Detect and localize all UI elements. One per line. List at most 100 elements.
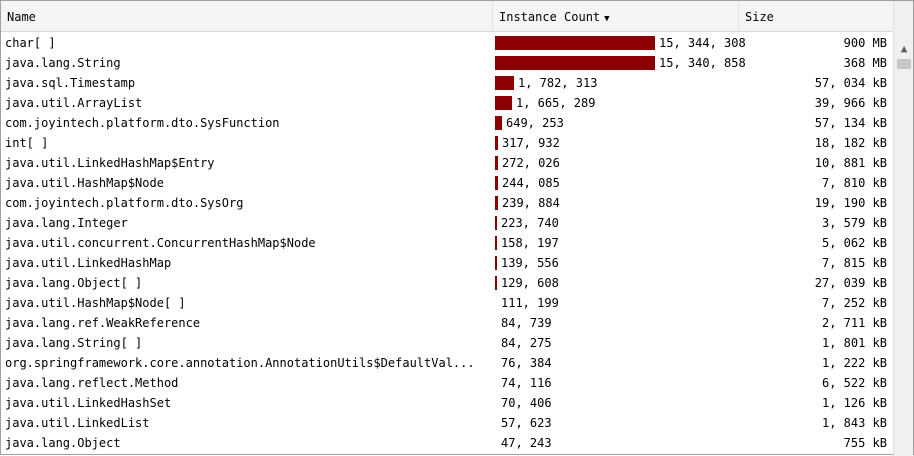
table-row[interactable]: char[ ] 15, 344, 308 900 MB [1, 33, 893, 53]
table-row[interactable]: java.sql.Timestamp 1, 782, 313 57, 034 kB [1, 73, 893, 93]
instance-count-value: 129, 608 [501, 276, 559, 290]
size-cell: 6, 522 kB [821, 376, 887, 390]
instance-count-value: 139, 556 [501, 256, 559, 270]
size-cell: 900 MB [843, 36, 887, 50]
table-row[interactable]: java.lang.Integer 223, 740 3, 579 kB [1, 213, 893, 233]
instance-count-cell: 158, 197 [493, 233, 739, 253]
size-cell: 1, 843 kB [821, 416, 887, 430]
instance-count-cell: 1, 782, 313 [493, 73, 739, 93]
instance-count-value: 15, 340, 858 [659, 56, 746, 70]
instance-count-bar [495, 236, 497, 250]
class-name-cell: int[ ] [5, 136, 49, 150]
instance-count-bar [495, 216, 497, 230]
table-row[interactable]: java.lang.Object 47, 243 755 kB [1, 433, 893, 453]
size-cell: 1, 222 kB [821, 356, 887, 370]
instance-count-cell: 15, 340, 858 [493, 53, 746, 73]
table-row[interactable]: java.lang.ref.WeakReference 84, 739 2, 711… [1, 313, 893, 333]
instance-count-cell: 317, 932 [493, 133, 739, 153]
instance-count-cell: 84, 275 [493, 333, 739, 353]
column-header-size[interactable]: Size [739, 1, 893, 31]
class-name-cell: java.util.LinkedHashMap$Entry [5, 156, 215, 170]
size-cell: 57, 134 kB [814, 116, 887, 130]
table-row[interactable]: java.util.LinkedHashMap$Entry 272, 026 10,… [1, 153, 893, 173]
instance-count-cell: 57, 623 [493, 413, 739, 433]
size-cell: 39, 966 kB [814, 96, 887, 110]
table-row[interactable]: java.lang.String 15, 340, 858 368 MB [1, 53, 893, 73]
instance-count-bar [495, 116, 502, 130]
class-name-cell: java.util.LinkedHashMap [5, 256, 172, 270]
class-name-cell: java.lang.String [5, 56, 121, 70]
table-row[interactable]: java.lang.Object[ ] 129, 608 27, 039 kB [1, 273, 893, 293]
instance-count-value: 70, 406 [501, 396, 552, 410]
instance-count-value: 244, 085 [502, 176, 560, 190]
class-name-cell: java.util.concurrent.ConcurrentHashMap$N… [5, 236, 316, 250]
size-cell: 5, 062 kB [821, 236, 887, 250]
vertical-scrollbar[interactable]: ▲ [893, 1, 913, 456]
column-header-instance-count[interactable]: Instance Count ▼ [493, 1, 739, 31]
instance-count-value: 317, 932 [502, 136, 560, 150]
instance-count-bar [495, 136, 498, 150]
size-cell: 18, 182 kB [814, 136, 887, 150]
class-name-cell: java.lang.String[ ] [5, 336, 143, 350]
size-cell: 57, 034 kB [814, 76, 887, 90]
instance-count-cell: 129, 608 [493, 273, 739, 293]
instance-count-value: 239, 884 [502, 196, 560, 210]
instance-count-value: 84, 739 [501, 316, 552, 330]
instance-count-cell: 84, 739 [493, 313, 739, 333]
table-row[interactable]: java.lang.reflect.Method 74, 116 6, 522 kB [1, 373, 893, 393]
instance-count-bar [495, 196, 498, 210]
instance-count-bar [495, 156, 498, 170]
instance-count-cell: 239, 884 [493, 193, 739, 213]
size-cell: 7, 810 kB [821, 176, 887, 190]
instance-count-bar [495, 276, 497, 290]
table-row[interactable]: java.lang.String[ ] 84, 275 1, 801 kB [1, 333, 893, 353]
table-row[interactable]: java.util.LinkedHashSet 70, 406 1, 126 kB [1, 393, 893, 413]
class-name-cell: org.springframework.core.annotation.Anno… [5, 356, 475, 370]
instance-count-cell: 47, 243 [493, 433, 739, 453]
class-name-cell: java.sql.Timestamp [5, 76, 136, 90]
instance-count-bar [495, 56, 655, 70]
instance-count-cell: 139, 556 [493, 253, 739, 273]
class-name-cell: char[ ] [5, 36, 56, 50]
table-row[interactable]: java.util.LinkedList 57, 623 1, 843 kB [1, 413, 893, 433]
size-cell: 27, 039 kB [814, 276, 887, 290]
instance-count-value: 111, 199 [501, 296, 559, 310]
table-row[interactable]: java.util.ArrayList 1, 665, 289 39, 966 kB [1, 93, 893, 113]
size-cell: 10, 881 kB [814, 156, 887, 170]
class-name-cell: java.lang.Integer [5, 216, 128, 230]
size-cell: 1, 126 kB [821, 396, 887, 410]
class-name-cell: java.lang.Object [5, 436, 121, 450]
column-header-name[interactable]: Name [1, 1, 493, 31]
class-name-cell: java.util.HashMap$Node[ ] [5, 296, 186, 310]
instance-count-cell: 223, 740 [493, 213, 739, 233]
size-cell: 2, 711 kB [821, 316, 887, 330]
instance-count-bar [495, 36, 655, 50]
instance-count-value: 47, 243 [501, 436, 552, 450]
column-header-size-label: Size [745, 10, 774, 24]
table-row[interactable]: org.springframework.core.annotation.Anno… [1, 353, 893, 373]
class-name-cell: java.lang.ref.WeakReference [5, 316, 201, 330]
size-cell: 7, 252 kB [821, 296, 887, 310]
class-name-cell: java.util.ArrayList [5, 96, 143, 110]
table-row[interactable]: java.util.LinkedHashMap 139, 556 7, 815 kB [1, 253, 893, 273]
scroll-up-arrow-icon[interactable]: ▲ [894, 39, 914, 59]
class-name-cell: java.util.LinkedList [5, 416, 150, 430]
table-row[interactable]: java.util.HashMap$Node[ ] 111, 199 7, 252 … [1, 293, 893, 313]
table-row[interactable]: int[ ] 317, 932 18, 182 kB [1, 133, 893, 153]
instance-count-cell: 76, 384 [493, 353, 739, 373]
table-row[interactable]: com.joyintech.platform.dto.SysFunction 64… [1, 113, 893, 133]
instance-count-value: 649, 253 [506, 116, 564, 130]
scrollbar-thumb[interactable] [897, 59, 911, 69]
table-row[interactable]: java.util.concurrent.ConcurrentHashMap$N… [1, 233, 893, 253]
instance-count-value: 223, 740 [501, 216, 559, 230]
instance-count-cell: 244, 085 [493, 173, 739, 193]
table-row[interactable]: java.util.HashMap$Node 244, 085 7, 810 kB [1, 173, 893, 193]
instance-count-value: 74, 116 [501, 376, 552, 390]
instance-count-value: 158, 197 [501, 236, 559, 250]
size-cell: 368 MB [843, 56, 887, 70]
table-row[interactable]: com.joyintech.platform.dto.SysOrg 239, 88… [1, 193, 893, 213]
instance-count-value: 84, 275 [501, 336, 552, 350]
column-header-count-label: Instance Count [499, 10, 601, 24]
instance-count-bar [495, 76, 514, 90]
class-name-cell: com.joyintech.platform.dto.SysFunction [5, 116, 280, 130]
